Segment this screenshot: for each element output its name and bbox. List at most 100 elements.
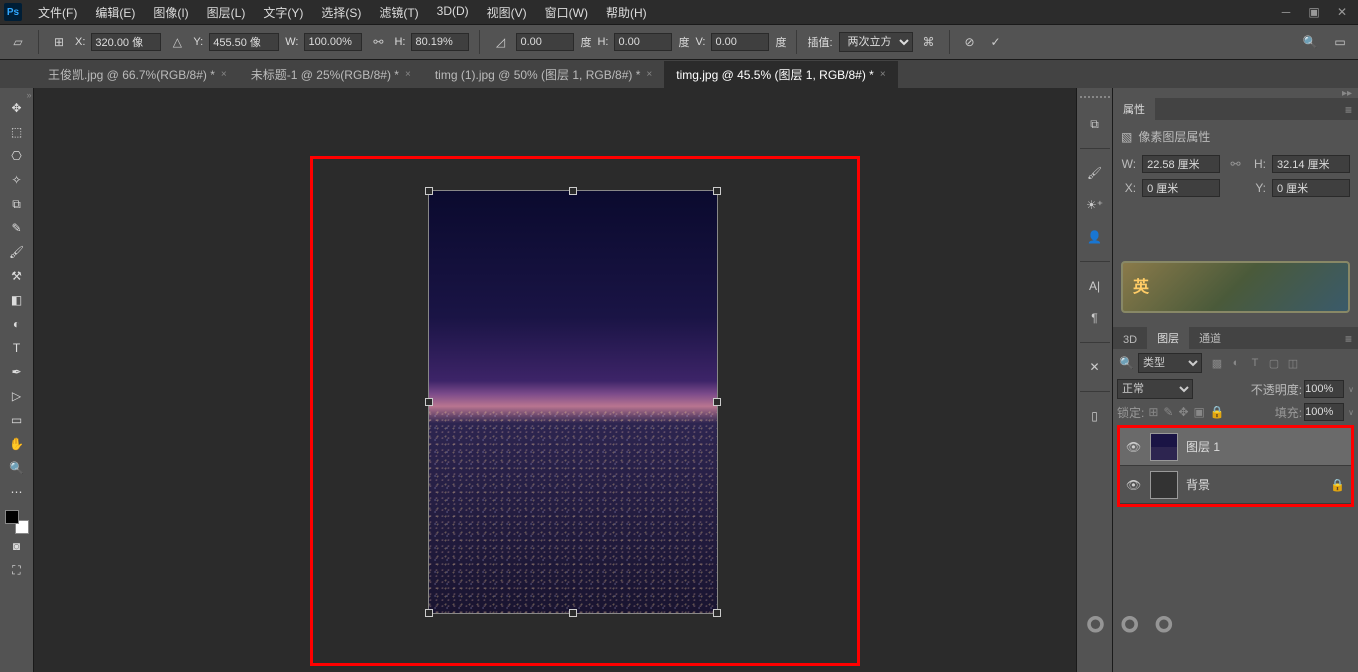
history-panel-icon[interactable]: ⧉ [1083, 112, 1107, 136]
search-icon[interactable]: 🔍 [1300, 32, 1320, 52]
layer-content[interactable] [428, 190, 718, 614]
minimize-button[interactable]: ─ [1274, 3, 1298, 21]
lock-position-icon[interactable]: ✥ [1178, 405, 1188, 419]
foreground-color[interactable] [5, 510, 19, 524]
menu-image[interactable]: 图像(I) [145, 1, 196, 24]
expand-icon[interactable]: ▸▸ [1342, 88, 1352, 99]
menu-window[interactable]: 窗口(W) [537, 1, 596, 24]
3d-tab[interactable]: 3D [1113, 331, 1147, 349]
lock-pixels-icon[interactable]: ✎ [1163, 405, 1173, 419]
lasso-tool[interactable]: ⎔ [3, 144, 31, 168]
lock-artboard-icon[interactable]: ▣ [1194, 405, 1205, 419]
filter-shape-icon[interactable]: ▢ [1267, 357, 1281, 370]
reference-point-icon[interactable]: ⊞ [49, 32, 69, 52]
type-tool[interactable]: T [3, 336, 31, 360]
eyedropper-tool[interactable]: ✎ [3, 216, 31, 240]
layer-row-1[interactable]: 👁 图层 1 [1120, 428, 1351, 466]
stamp-tool[interactable]: ⚒ [3, 264, 31, 288]
menu-help[interactable]: 帮助(H) [598, 1, 655, 24]
link-icon[interactable]: ⚯ [1226, 157, 1245, 171]
commit-transform-icon[interactable]: ✓ [986, 32, 1006, 52]
document-tab-4[interactable]: timg.jpg @ 45.5% (图层 1, RGB/8#) *× [664, 61, 897, 88]
menu-3d[interactable]: 3D(D) [429, 1, 477, 24]
screen-mode-tool[interactable]: ⛶ [3, 558, 31, 582]
panel-menu-icon[interactable]: ≡ [1339, 329, 1358, 349]
layer-name[interactable]: 背景 [1186, 476, 1322, 493]
eraser-tool[interactable]: ◧ [3, 288, 31, 312]
libraries-panel-icon[interactable]: ▯ [1083, 404, 1107, 428]
document-tab-1[interactable]: 王俊凯.jpg @ 66.7%(RGB/8#) *× [36, 61, 239, 88]
close-icon[interactable]: × [646, 69, 652, 80]
channels-tab[interactable]: 通道 [1189, 327, 1231, 349]
visibility-icon[interactable]: 👁 [1126, 478, 1142, 492]
path-select-tool[interactable]: ▷ [3, 384, 31, 408]
swap-xy-icon[interactable]: △ [167, 32, 187, 52]
adjustments-panel-icon[interactable]: ☀⁺ [1083, 193, 1107, 217]
shape-tool[interactable]: ▭ [3, 408, 31, 432]
layer-thumbnail[interactable] [1150, 433, 1178, 461]
w-input[interactable] [304, 33, 362, 51]
panel-menu-icon[interactable]: ≡ [1339, 100, 1358, 120]
document-tab-3[interactable]: timg (1).jpg @ 50% (图层 1, RGB/8#) *× [423, 61, 664, 88]
document-tab-2[interactable]: 未标题-1 @ 25%(RGB/8#) *× [239, 61, 423, 88]
filter-type-icon[interactable]: T [1248, 357, 1262, 370]
lock-icon[interactable]: 🔒 [1210, 405, 1225, 419]
menu-filter[interactable]: 滤镜(T) [371, 1, 426, 24]
crop-tool[interactable]: ⧉ [3, 192, 31, 216]
lock-all-icon[interactable]: ⊞ [1148, 405, 1158, 419]
fill-input[interactable] [1304, 403, 1344, 421]
close-icon[interactable]: × [880, 69, 886, 80]
filter-smart-icon[interactable]: ◫ [1286, 357, 1300, 370]
styles-panel-icon[interactable]: 👤 [1083, 225, 1107, 249]
canvas-area[interactable] [34, 88, 1076, 672]
edit-toolbar[interactable]: ⋯ [3, 480, 31, 504]
marquee-tool[interactable]: ⬚ [3, 120, 31, 144]
quick-mask-tool[interactable]: ◙ [3, 534, 31, 558]
close-button[interactable]: ✕ [1330, 3, 1354, 21]
brush-tool[interactable]: 🖌 [3, 240, 31, 264]
menu-layer[interactable]: 图层(L) [199, 1, 254, 24]
workspace-icon[interactable]: ▭ [1330, 32, 1350, 52]
move-tool[interactable]: ✥ [3, 96, 31, 120]
visibility-icon[interactable]: 👁 [1126, 440, 1142, 454]
color-swatches[interactable] [5, 510, 29, 534]
magic-wand-tool[interactable]: ✧ [3, 168, 31, 192]
menu-view[interactable]: 视图(V) [479, 1, 535, 24]
menu-edit[interactable]: 编辑(E) [87, 1, 143, 24]
layers-tab[interactable]: 图层 [1147, 327, 1189, 349]
properties-tab[interactable]: 属性 [1113, 98, 1155, 120]
maximize-button[interactable]: ▣ [1302, 3, 1326, 21]
opacity-input[interactable] [1304, 380, 1344, 398]
angle-input[interactable] [516, 33, 574, 51]
prop-w-input[interactable] [1142, 155, 1220, 173]
prop-h-input[interactable] [1272, 155, 1350, 173]
link-wh-icon[interactable]: ⚯ [368, 32, 388, 52]
tools-panel-icon[interactable]: ✕ [1083, 355, 1107, 379]
blend-mode-select[interactable]: 正常 [1117, 379, 1193, 399]
pen-tool[interactable]: ✒ [3, 360, 31, 384]
menu-select[interactable]: 选择(S) [313, 1, 369, 24]
transform-tool-icon[interactable]: ▱ [8, 32, 28, 52]
cancel-transform-icon[interactable]: ⊘ [960, 32, 980, 52]
filter-adjust-icon[interactable]: ◐ [1229, 357, 1243, 370]
character-panel-icon[interactable]: A| [1083, 274, 1107, 298]
warp-icon[interactable]: ⌘ [919, 32, 939, 52]
h-input[interactable] [411, 33, 469, 51]
brushes-panel-icon[interactable]: 🖌 [1083, 161, 1107, 185]
layer-thumbnail[interactable] [1150, 471, 1178, 499]
search-layers-icon[interactable]: 🔍 [1119, 356, 1134, 370]
layer-row-background[interactable]: 👁 背景 🔒 [1120, 466, 1351, 504]
skew-v-input[interactable] [711, 33, 769, 51]
menu-type[interactable]: 文字(Y) [255, 1, 311, 24]
menu-file[interactable]: 文件(F) [30, 1, 85, 24]
prop-y-input[interactable] [1272, 179, 1350, 197]
layer-name[interactable]: 图层 1 [1186, 438, 1345, 455]
gradient-tool[interactable]: ◐ [3, 312, 31, 336]
layer-filter-kind[interactable]: 类型 [1138, 353, 1202, 373]
filter-pixel-icon[interactable]: ▩ [1210, 357, 1224, 370]
y-input[interactable] [209, 33, 279, 51]
hand-tool[interactable]: ✋ [3, 432, 31, 456]
interpolation-select[interactable]: 两次立方 [839, 32, 913, 52]
paragraph-panel-icon[interactable]: ¶ [1083, 306, 1107, 330]
x-input[interactable] [91, 33, 161, 51]
